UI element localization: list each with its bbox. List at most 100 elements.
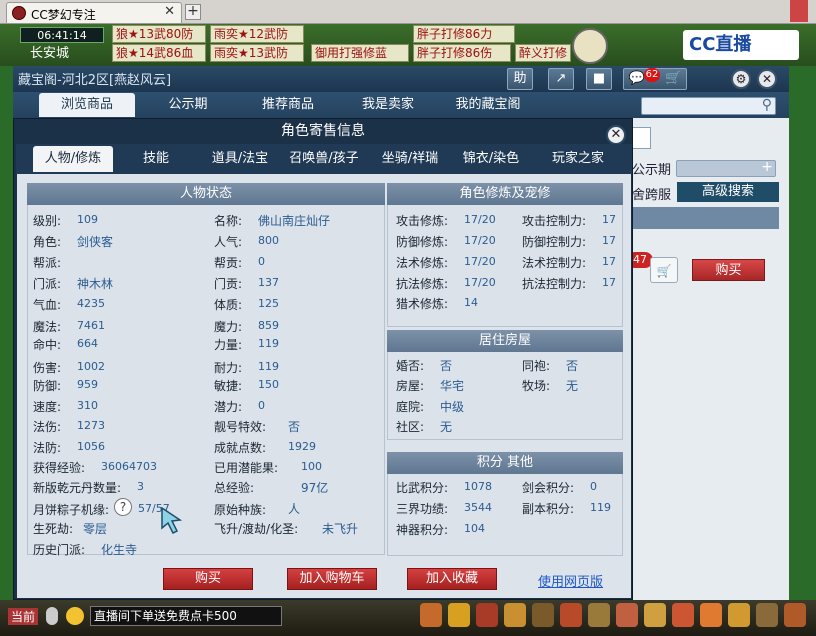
skill-slot[interactable] [700,603,722,627]
ranking-item[interactable]: 狼★14武86血 [112,44,206,62]
skill-slot[interactable] [532,603,554,627]
help-button[interactable]: 助 [507,68,533,90]
settings-icon[interactable]: ⚙ [731,69,751,89]
attack-ctrl-label: 攻击控制力: [522,214,587,228]
tab-public[interactable]: 公示期 [140,93,236,117]
emoji-icon[interactable] [66,607,84,625]
popularity-label: 人气: [214,235,243,249]
tab-close-icon[interactable]: ✕ [164,4,175,19]
resist-ctrl-label: 抗法控制力: [522,277,587,291]
used-potential-label: 已用潜能果: [214,461,279,475]
tab-pets[interactable]: 召唤兽/孩子 [284,146,364,172]
strength-value: 119 [258,337,279,350]
cross-server-label: 舍跨服 [632,188,672,203]
spell-cult-value: 17/20 [464,255,496,268]
channel-current[interactable]: 当前 [8,608,39,625]
ranking-item[interactable]: 胖子打修86力 [413,25,515,43]
hp-value: 4235 [77,297,105,310]
ranch-label: 牧场: [522,379,551,393]
skill-slot[interactable] [476,603,498,627]
buy-button-list[interactable]: 购买 [692,259,765,281]
endurance-value: 119 [258,360,279,373]
ranking-item[interactable]: 雨奕★12武防 [210,25,304,43]
public-period-select[interactable]: + [676,159,776,177]
window-title: 藏宝阁-河北2区[燕赵风云] [18,73,172,88]
married-label: 婚否: [396,359,425,373]
ranking-item[interactable]: 御用打强修蓝 [311,44,409,62]
tab-recommend[interactable]: 推荐商品 [240,93,336,117]
race-value: 人 [288,502,301,516]
avatar[interactable] [572,28,608,64]
tab-my-pavilion[interactable]: 我的藏宝阁 [440,93,536,117]
mp-value: 7461 [77,319,105,332]
skill-slot[interactable] [784,603,806,627]
skill-slot[interactable] [616,603,638,627]
search-input[interactable]: ⚲ [641,97,776,115]
tab-items[interactable]: 道具/法宝 [200,146,280,172]
tab-mounts[interactable]: 坐骑/祥瑞 [370,146,450,172]
tab-seller[interactable]: 我是卖家 [340,93,436,117]
hp-label: 气血: [33,298,62,312]
filter-field[interactable] [631,127,651,149]
tab-home[interactable]: 玩家之家 [540,146,616,172]
agility-value: 150 [258,378,279,391]
martial-label: 比武积分: [396,481,449,495]
house-value: 华宅 [440,379,465,393]
school-value: 神木林 [77,277,114,291]
tab-outfits[interactable]: 锦衣/染色 [454,146,528,172]
ranking-item[interactable]: 雨奕★13武防 [210,44,304,62]
skill-slot[interactable] [756,603,778,627]
tab-browse[interactable]: 浏览商品 [39,93,135,117]
ranking-item[interactable]: 醉义打修 [515,44,571,62]
tab-skills[interactable]: 技能 [120,146,192,172]
skill-slot[interactable] [504,603,526,627]
stop-button[interactable]: ■ [586,68,612,90]
pretty-value: 否 [288,420,301,434]
beast-value: 104 [464,522,485,535]
speed-value: 310 [77,399,98,412]
cart-icon[interactable]: 🛒 [650,257,678,283]
skill-slot[interactable] [588,603,610,627]
share-button[interactable]: ↗ [548,68,574,90]
status-heading: 人物状态 [27,183,385,205]
window-close-control[interactable] [790,0,808,22]
skill-slot[interactable] [672,603,694,627]
search-icon[interactable]: ⚲ [762,97,772,113]
window-close-icon[interactable]: ✕ [757,69,777,89]
name-label: 名称: [214,214,243,228]
skill-slot[interactable] [448,603,470,627]
ranking-item[interactable]: 狼★13武80防 [112,25,206,43]
achievement-value: 1929 [288,440,316,453]
cultivation-heading: 角色修炼及宠修 [387,183,623,205]
city-name: 长安城 [30,46,70,61]
microphone-icon[interactable] [46,607,58,625]
endurance-label: 耐力: [214,361,243,375]
damage-value: 1002 [77,360,105,373]
defense-ctrl-label: 防御控制力: [522,235,587,249]
spell-def-value: 1056 [77,440,105,453]
ranking-item[interactable]: 胖子打修86伤 [413,44,511,62]
add-to-favorites-button[interactable]: 加入收藏 [407,568,497,590]
chat-input[interactable]: 直播间下单送免费点卡500 [90,606,282,626]
married-value: 否 [440,359,453,373]
help-icon[interactable]: ? [114,498,132,516]
skill-slot[interactable] [728,603,750,627]
advanced-search-button[interactable]: 高级搜索 [677,182,779,202]
new-tab-button[interactable]: + [185,4,201,20]
add-to-cart-button[interactable]: 加入购物车 [287,568,377,590]
skill-slot[interactable] [644,603,666,627]
public-period-label: 公示期 [632,163,672,178]
buy-button[interactable]: 购买 [163,568,253,590]
skill-slot[interactable] [420,603,442,627]
web-version-link[interactable]: 使用网页版 [538,571,603,590]
history-value: 化生寺 [101,543,138,557]
pretty-label: 靓号特效: [214,420,267,434]
attack-cult-value: 17/20 [464,213,496,226]
dialog-close-icon[interactable]: ✕ [606,125,626,145]
browser-tab[interactable]: CC梦幻专注 ✕ [6,2,182,23]
ascend-value: 未飞升 [322,522,359,536]
exp-label: 获得经验: [33,461,86,475]
plus-icon: + [761,159,773,175]
tab-character[interactable]: 人物/修炼 [33,146,113,172]
skill-slot[interactable] [560,603,582,627]
